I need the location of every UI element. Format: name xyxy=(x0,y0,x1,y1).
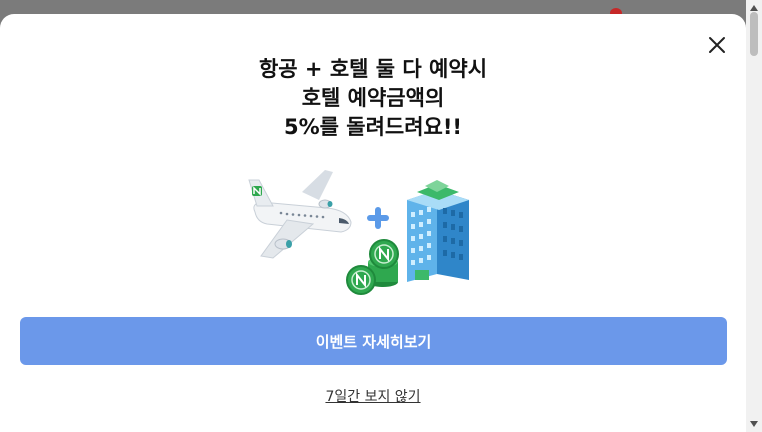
close-icon xyxy=(709,37,725,53)
headline-line-1: 항공 + 호텔 둘 다 예약시 xyxy=(258,57,488,81)
promo-headline: 항공 + 호텔 둘 다 예약시 호텔 예약금액의 5%를 돌려드려요!! xyxy=(0,55,746,142)
hide-for-7-days-container: 7일간 보지 않기 xyxy=(0,386,746,406)
scrollbar-thumb[interactable] xyxy=(750,12,758,56)
page-scrollbar[interactable] xyxy=(746,0,762,432)
hide-for-7-days-link[interactable]: 7일간 보지 않기 xyxy=(325,389,420,405)
headline-line-3: 5%를 돌려드려요!! xyxy=(283,115,463,139)
airplane-icon xyxy=(248,170,352,259)
coin-stack-icon xyxy=(346,239,399,295)
promo-illustration xyxy=(248,170,469,295)
scroll-down-arrow-icon[interactable] xyxy=(746,416,762,432)
hotel-building-icon xyxy=(407,180,469,282)
plus-icon xyxy=(367,207,389,229)
event-details-button[interactable]: 이벤트 자세히보기 xyxy=(20,317,727,365)
headline-line-2: 호텔 예약금액의 xyxy=(301,86,445,110)
promo-modal: 항공 + 호텔 둘 다 예약시 호텔 예약금액의 5%를 돌려드려요!! 이벤트… xyxy=(0,14,746,432)
